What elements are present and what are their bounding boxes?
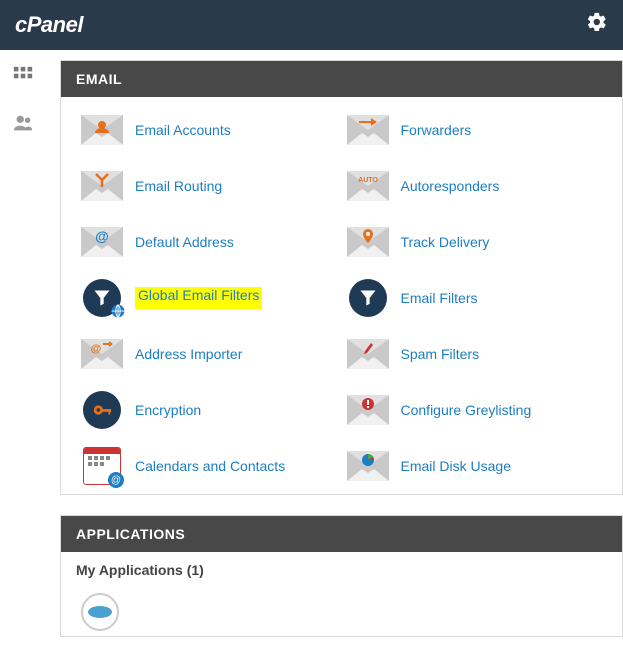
item-email-filters[interactable]: Email Filters [347,280,603,316]
item-label: Global Email Filters [135,287,262,309]
warning-envelope-icon [347,392,389,428]
item-label: Forwarders [401,122,472,138]
item-label: Email Routing [135,178,222,194]
item-label: Default Address [135,234,234,250]
item-address-importer[interactable]: @ Address Importer [81,336,337,372]
item-track-delivery[interactable]: Track Delivery [347,224,603,260]
email-panel-header[interactable]: EMAIL [61,61,622,97]
sidebar [0,50,45,657]
item-label: Email Accounts [135,122,231,138]
item-label: Configure Greylisting [401,402,532,418]
logo-text: cPanel [15,12,83,37]
calendar-icon: @ [81,448,123,484]
funnel-globe-icon [81,280,123,316]
svg-text:@: @ [95,228,109,244]
item-spam-filters[interactable]: Spam Filters [347,336,603,372]
fork-envelope-icon [81,168,123,204]
item-forwarders[interactable]: Forwarders [347,112,603,148]
application-icon[interactable] [81,593,119,631]
applications-panel: APPLICATIONS My Applications (1) [60,515,623,637]
pie-envelope-icon [347,448,389,484]
item-calendars-contacts[interactable]: @ Calendars and Contacts [81,448,337,484]
item-label: Track Delivery [401,234,490,250]
item-label: Address Importer [135,346,242,362]
apps-grid-icon[interactable] [12,65,34,92]
funnel-icon [347,280,389,316]
item-label: Encryption [135,402,201,418]
pen-envelope-icon [347,336,389,372]
users-icon[interactable] [11,112,35,139]
item-autoresponders[interactable]: AUTO Autoresponders [347,168,603,204]
cpanel-logo[interactable]: cPanel [15,12,83,38]
email-panel: EMAIL Email Accounts Forwarders [60,60,623,495]
pin-envelope-icon [347,224,389,260]
item-encryption[interactable]: Encryption [81,392,337,428]
item-email-accounts[interactable]: Email Accounts [81,112,337,148]
at-envelope-icon: @ [81,224,123,260]
item-label: Email Disk Usage [401,458,511,474]
item-label: Spam Filters [401,346,480,362]
svg-text:AUTO: AUTO [358,177,378,184]
svg-text:@: @ [91,343,102,355]
item-configure-greylisting[interactable]: Configure Greylisting [347,392,603,428]
arrow-envelope-icon [347,112,389,148]
item-label: Calendars and Contacts [135,458,285,474]
item-global-email-filters[interactable]: Global Email Filters [81,280,337,316]
at-arrow-envelope-icon: @ [81,336,123,372]
item-label: Email Filters [401,290,478,306]
item-email-disk-usage[interactable]: Email Disk Usage [347,448,603,484]
item-default-address[interactable]: @ Default Address [81,224,337,260]
item-label: Autoresponders [401,178,500,194]
settings-icon[interactable] [586,11,608,39]
person-envelope-icon [81,112,123,148]
auto-envelope-icon: AUTO [347,168,389,204]
top-bar: cPanel [0,0,623,50]
key-icon [81,392,123,428]
applications-panel-header[interactable]: APPLICATIONS [61,516,622,552]
item-email-routing[interactable]: Email Routing [81,168,337,204]
my-applications-heading: My Applications (1) [61,552,622,588]
